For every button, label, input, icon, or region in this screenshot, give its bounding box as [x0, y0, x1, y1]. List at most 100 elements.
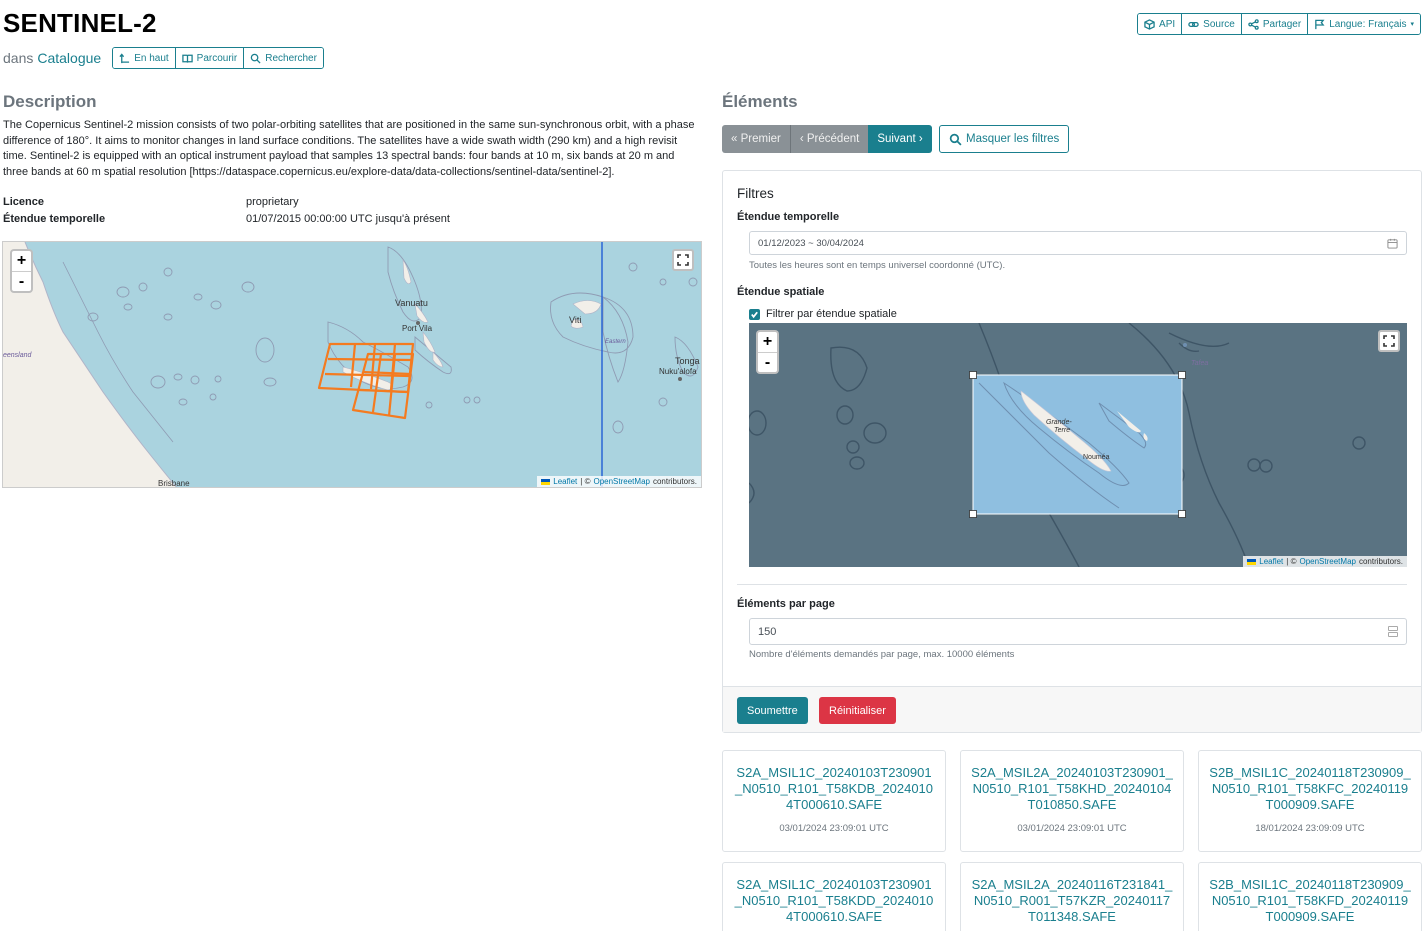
- hide-filters-button[interactable]: Masquer les filtres: [939, 125, 1070, 153]
- filters-title: Filtres: [737, 186, 774, 201]
- next-page-button[interactable]: Suivant ›: [868, 125, 932, 153]
- per-page-value: 150: [758, 625, 777, 638]
- collection-map[interactable]: Vanuatu Port Vila Viti Eastern Tonga Nuk…: [2, 241, 702, 488]
- description-heading: Description: [3, 92, 97, 111]
- map-label-vanuatu: Vanuatu: [395, 298, 428, 308]
- osm-link[interactable]: OpenStreetMap: [1299, 557, 1355, 566]
- first-page-button[interactable]: « Premier: [722, 125, 791, 153]
- flag-icon: [1315, 19, 1325, 29]
- map-zoom-control: + -: [756, 330, 779, 374]
- map-label-nukualofa: Nuku'alofa: [659, 367, 697, 376]
- zoom-out-button[interactable]: -: [12, 271, 31, 291]
- search-button[interactable]: Rechercher: [243, 48, 323, 68]
- elements-heading: Éléments: [722, 92, 798, 111]
- items-grid: S2A_MSIL1C_20240103T230901_N0510_R101_T5…: [722, 750, 1422, 931]
- previous-page-button[interactable]: ‹ Précédent: [790, 125, 869, 153]
- browse-button-label: Parcourir: [196, 52, 238, 64]
- browse-button[interactable]: Parcourir: [174, 48, 244, 68]
- fullscreen-icon: [1383, 335, 1395, 347]
- item-card[interactable]: S2A_MSIL1C_20240103T230901_N0510_R101_T5…: [722, 862, 946, 931]
- map-background: [3, 242, 699, 487]
- cube-icon: [1144, 18, 1155, 30]
- pagination: « Premier ‹ Précédent Suivant ›: [722, 125, 932, 153]
- temporal-help: Toutes les heures sont en temps universe…: [749, 260, 1006, 271]
- search-button-label: Rechercher: [265, 52, 317, 64]
- link-icon: [1188, 21, 1199, 27]
- metadata-value: 01/07/2015 00:00:00 UTC jusqu'à présent: [246, 212, 450, 225]
- divider: [737, 584, 1407, 585]
- map-label-grande-terre: Grande-: [1046, 419, 1072, 426]
- metadata-table: Licence proprietary Étendue temporelle 0…: [3, 193, 698, 227]
- checkbox-checked-icon[interactable]: [749, 308, 760, 320]
- temporal-label: Étendue temporelle: [737, 211, 840, 223]
- attribution-suffix: contributors.: [652, 477, 697, 486]
- fullscreen-button[interactable]: [672, 249, 694, 271]
- attribution-suffix: contributors.: [1358, 557, 1403, 566]
- hide-filters-label: Masquer les filtres: [966, 133, 1060, 145]
- breadcrumb-prefix: dans: [3, 50, 34, 66]
- map-label-viti: Viti: [569, 315, 582, 325]
- leaflet-link[interactable]: Leaflet: [1259, 557, 1283, 566]
- search-icon: [949, 133, 962, 146]
- share-button[interactable]: Partager: [1240, 14, 1308, 34]
- item-datetime: 03/01/2024 23:09:01 UTC: [1017, 823, 1127, 834]
- map-label-terre: Terre: [1054, 427, 1071, 434]
- breadcrumb: dans Catalogue En haut Parcourir Recherc…: [3, 47, 324, 69]
- source-button-label: Source: [1203, 18, 1235, 30]
- temporal-range-input[interactable]: 01/12/2023 ~ 30/04/2024: [749, 231, 1407, 255]
- filters-footer: Soumettre Réinitialiser: [723, 686, 1421, 732]
- number-spinner-icon[interactable]: [1388, 626, 1398, 637]
- item-card[interactable]: S2B_MSIL1C_20240118T230909_N0510_R101_T5…: [1198, 862, 1422, 931]
- item-card[interactable]: S2A_MSIL2A_20240116T231841_N0510_R001_T5…: [960, 862, 1184, 931]
- spatial-label: Étendue spatiale: [737, 286, 825, 298]
- per-page-label: Éléments par page: [737, 598, 835, 610]
- map-background: [749, 323, 1366, 567]
- per-page-input[interactable]: 150: [749, 618, 1407, 645]
- filters-panel: Filtres Étendue temporelle 01/12/2023 ~ …: [722, 170, 1422, 733]
- reset-button[interactable]: Réinitialiser: [819, 697, 896, 724]
- up-button[interactable]: En haut: [113, 48, 175, 68]
- metadata-key: Étendue temporelle: [3, 212, 106, 225]
- language-dropdown[interactable]: Langue: Français ▾: [1307, 14, 1420, 34]
- item-title-link[interactable]: S2B_MSIL1C_20240118T230909_N0510_R101_T5…: [1209, 765, 1411, 813]
- calendar-icon: [1387, 238, 1398, 249]
- item-title-link[interactable]: S2A_MSIL1C_20240103T230901_N0510_R101_T5…: [733, 877, 935, 925]
- item-card[interactable]: S2A_MSIL2A_20240103T230901_N0510_R101_T5…: [960, 750, 1184, 852]
- source-button[interactable]: Source: [1181, 14, 1241, 34]
- osm-link[interactable]: OpenStreetMap: [593, 477, 649, 486]
- language-dropdown-label: Langue: Français: [1329, 18, 1407, 30]
- item-title-link[interactable]: S2B_MSIL1C_20240118T230909_N0510_R101_T5…: [1209, 877, 1411, 925]
- item-datetime: 03/01/2024 23:09:01 UTC: [779, 823, 889, 834]
- item-card[interactable]: S2B_MSIL1C_20240118T230909_N0510_R101_T5…: [1198, 750, 1422, 852]
- item-title-link[interactable]: S2A_MSIL2A_20240103T230901_N0510_R101_T5…: [971, 765, 1173, 813]
- spatial-filter-checkbox[interactable]: Filtrer par étendue spatiale: [749, 308, 897, 320]
- map-label-noumea: Nouméa: [1083, 454, 1110, 461]
- item-card[interactable]: S2A_MSIL1C_20240103T230901_N0510_R101_T5…: [722, 750, 946, 852]
- leaflet-link[interactable]: Leaflet: [553, 477, 577, 486]
- book-icon: [181, 54, 193, 63]
- per-page-help: Nombre d'éléments demandés par page, max…: [749, 649, 1015, 660]
- zoom-out-button[interactable]: -: [758, 352, 777, 372]
- zoom-in-button[interactable]: +: [758, 332, 777, 352]
- map-label-tonga: Tonga: [675, 356, 700, 366]
- map-label-queensland: eensland: [3, 352, 32, 359]
- map-attribution: Leaflet | © OpenStreetMap contributors.: [537, 476, 701, 487]
- item-title-link[interactable]: S2A_MSIL1C_20240103T230901_N0510_R101_T5…: [733, 765, 935, 813]
- item-datetime: 18/01/2024 23:09:09 UTC: [1255, 823, 1365, 834]
- fullscreen-icon: [677, 254, 689, 266]
- attribution-sep: | ©: [580, 477, 591, 486]
- catalog-link[interactable]: Catalogue: [37, 50, 101, 66]
- api-button[interactable]: API: [1138, 14, 1182, 34]
- item-title-link[interactable]: S2A_MSIL2A_20240116T231841_N0510_R001_T5…: [971, 877, 1173, 925]
- top-actions: API Source Partager Langue: Français ▾: [1137, 13, 1421, 35]
- map-label-brisbane: Brisbane: [158, 479, 190, 488]
- fullscreen-button[interactable]: [1378, 330, 1400, 352]
- ukraine-flag-icon: [1247, 558, 1257, 565]
- map-label-eastern: Eastern: [605, 339, 626, 345]
- search-icon: [250, 53, 261, 64]
- spatial-filter-map[interactable]: Grande- Terre Nouméa Tafea + - Leaflet |…: [749, 323, 1407, 567]
- submit-button[interactable]: Soumettre: [737, 697, 808, 724]
- map-attribution: Leaflet | © OpenStreetMap contributors.: [1243, 556, 1407, 567]
- zoom-in-button[interactable]: +: [12, 251, 31, 271]
- attribution-sep: | ©: [1286, 557, 1297, 566]
